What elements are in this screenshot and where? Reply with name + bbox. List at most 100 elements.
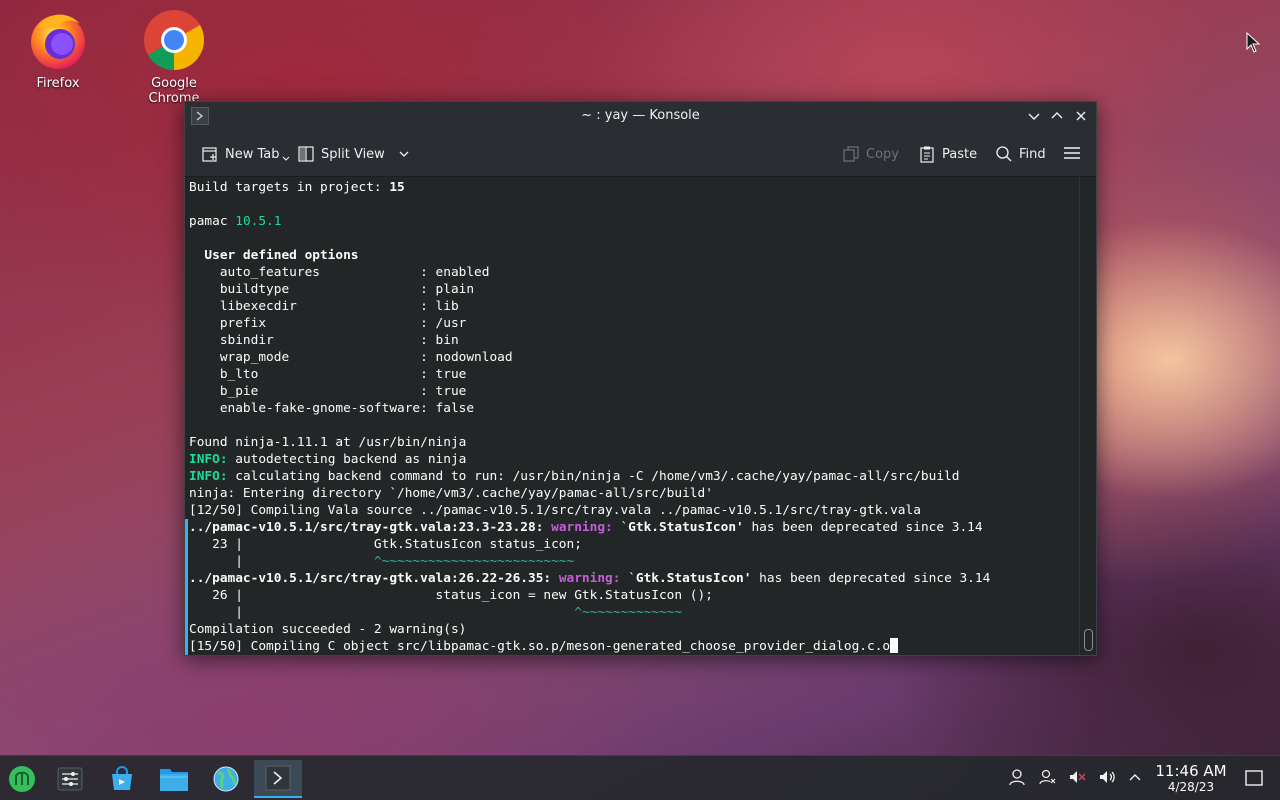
paste-button[interactable]: Paste — [918, 145, 977, 163]
terminal-text: has been deprecated since 3.14 — [743, 520, 983, 535]
show-desktop-icon[interactable] — [1245, 769, 1263, 787]
system-settings-icon — [57, 767, 83, 791]
chevron-down-icon — [399, 151, 409, 157]
terminal-text: 15 — [389, 180, 405, 195]
chrome-icon — [144, 10, 205, 71]
find-label: Find — [1019, 146, 1046, 162]
chevron-up-icon — [1051, 112, 1063, 119]
firefox-icon — [31, 14, 85, 69]
terminal-text: Gtk.StatusIcon' — [635, 571, 752, 586]
terminal-line: Found ninja-1.11.1 at /usr/bin/ninja — [189, 434, 990, 451]
terminal-text: | — [189, 554, 374, 569]
network-globe-icon — [213, 766, 239, 792]
paste-label: Paste — [942, 146, 978, 162]
new-tab-label: New Tab — [225, 146, 280, 162]
terminal-text: INFO: — [189, 469, 228, 484]
terminal-text: enable-fake-gnome-software: false — [189, 401, 475, 416]
terminal-text: autodetecting backend as ninja — [227, 452, 467, 467]
terminal-line: buildtype : plain — [189, 281, 990, 298]
application-launcher-button[interactable] — [0, 760, 44, 798]
desktop-icon-firefox[interactable]: Firefox — [8, 8, 108, 91]
taskbar-konsole[interactable] — [254, 760, 302, 798]
clock-date: 4/28/23 — [1167, 780, 1215, 794]
konsole-terminal-icon — [265, 765, 291, 791]
window-title: ~ : yay — Konsole — [581, 108, 700, 123]
paste-icon — [920, 146, 934, 163]
discover-store-icon — [112, 766, 132, 790]
terminal-line: enable-fake-gnome-software: false — [189, 400, 990, 417]
dropdown-indicator-icon — [282, 156, 289, 161]
terminal-text: 23 | Gtk.StatusIcon status_icon; — [189, 537, 582, 552]
desktop-icon-label: Firefox — [36, 76, 80, 91]
terminal-text: [12/50] Compiling Vala source ../pamac-v… — [189, 503, 921, 518]
new-tab-button[interactable]: New Tab — [201, 145, 290, 163]
terminal-line: auto_features : enabled — [189, 264, 990, 281]
split-view-label: Split View — [321, 146, 385, 162]
line-marker — [185, 519, 188, 655]
terminal-text: User defined options — [189, 248, 359, 263]
terminal-text: calculating backend command to run: /usr… — [227, 469, 960, 484]
terminal-line: Compilation succeeded - 2 warning(s) — [189, 621, 990, 638]
chevron-down-icon — [1028, 113, 1040, 120]
taskbar-system-settings[interactable] — [48, 760, 92, 798]
terminal-line: | ^~~~~~~~~~~~~~ — [189, 604, 990, 621]
terminal-text: prefix : /usr — [189, 316, 467, 331]
terminal-text: ` — [620, 571, 636, 586]
dolphin-folder-icon — [160, 769, 188, 791]
taskbar-panel: 11:46 AM 4/28/23 — [0, 755, 1280, 800]
copy-button[interactable]: Copy — [842, 145, 899, 163]
close-button[interactable] — [1071, 106, 1091, 126]
split-view-button[interactable]: Split View — [297, 145, 411, 163]
terminal-line: b_pie : true — [189, 383, 990, 400]
terminal-text: Found ninja-1.11.1 at /usr/bin/ninja — [189, 435, 467, 450]
terminal-text: sbindir : bin — [189, 333, 459, 348]
search-icon — [996, 146, 1012, 162]
terminal-scrollbar[interactable] — [1079, 177, 1096, 655]
terminal-output: Build targets in project: 15 pamac 10.5.1… — [189, 179, 990, 655]
terminal-text: warning: — [551, 520, 613, 535]
copy-label: Copy — [866, 146, 899, 162]
clock-time: 11:46 AM — [1155, 762, 1227, 780]
terminal-line: libexecdir : lib — [189, 298, 990, 315]
konsole-window[interactable]: ~ : yay — Konsole New Tab Split View Cop… — [184, 101, 1097, 656]
user-switch-icon[interactable] — [1038, 768, 1056, 786]
terminal-line: b_lto : true — [189, 366, 990, 383]
terminal-line: [12/50] Compiling Vala source ../pamac-v… — [189, 502, 990, 519]
chevron-up-icon[interactable] — [1127, 768, 1143, 786]
konsole-toolbar: New Tab Split View Copy Paste Find — [185, 130, 1096, 177]
terminal-text: [15/50] Compiling C object src/libpamac-… — [189, 639, 891, 654]
minimize-button[interactable] — [1024, 106, 1044, 126]
terminal-text: libexecdir : lib — [189, 299, 459, 314]
terminal-line: INFO: autodetecting backend as ninja — [189, 451, 990, 468]
window-titlebar[interactable]: ~ : yay — Konsole — [185, 102, 1096, 130]
copy-icon — [843, 146, 859, 162]
terminal-view[interactable]: Build targets in project: 15 pamac 10.5.1… — [185, 177, 1096, 655]
taskbar-browser[interactable] — [204, 760, 248, 798]
terminal-text: has been deprecated since 3.14 — [751, 571, 991, 586]
find-button[interactable]: Find — [995, 145, 1046, 163]
desktop-icon-chrome[interactable]: Google Chrome — [124, 8, 224, 106]
terminal-text: auto_features : enabled — [189, 265, 490, 280]
hamburger-menu-icon — [1064, 147, 1080, 159]
terminal-text: warning: — [558, 571, 621, 586]
scrollbar-thumb[interactable] — [1084, 629, 1093, 651]
digital-clock[interactable]: 11:46 AM 4/28/23 — [1148, 762, 1234, 794]
taskbar-dolphin[interactable] — [152, 760, 196, 798]
speaker-muted-icon[interactable] — [1068, 768, 1086, 786]
split-view-icon — [298, 146, 314, 162]
user-icon[interactable] — [1008, 768, 1026, 786]
maximize-button[interactable] — [1047, 106, 1067, 126]
hamburger-menu-button[interactable] — [1063, 144, 1081, 162]
terminal-line: ../pamac-v10.5.1/src/tray-gtk.vala:23.3-… — [189, 519, 990, 536]
terminal-line: INFO: calculating backend command to run… — [189, 468, 990, 485]
taskbar-discover[interactable] — [100, 760, 144, 798]
terminal-text: b_pie : true — [189, 384, 467, 399]
terminal-line: User defined options — [189, 247, 990, 264]
terminal-text: b_lto : true — [189, 367, 467, 382]
volume-icon[interactable] — [1098, 768, 1116, 786]
terminal-line: ninja: Entering directory `/home/vm3/.ca… — [189, 485, 990, 502]
mouse-cursor-icon — [1246, 32, 1261, 53]
